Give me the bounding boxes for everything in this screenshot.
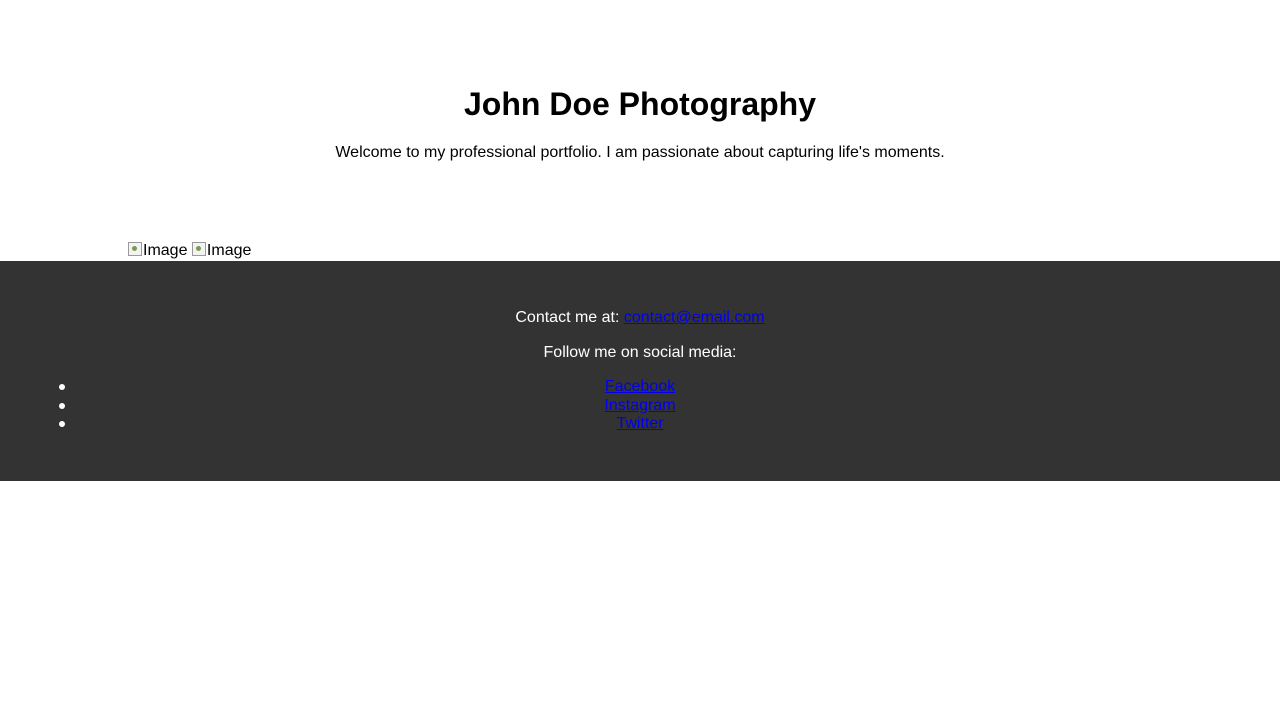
site-header: John Doe Photography Welcome to my profe… [0, 0, 1280, 240]
contact-email-link[interactable]: contact@email.com [624, 309, 765, 326]
page-title: John Doe Photography [464, 86, 816, 122]
list-item: Twitter [0, 415, 1280, 434]
instagram-link[interactable]: Instagram [604, 397, 675, 414]
intro-text: Welcome to my professional portfolio. I … [335, 144, 945, 161]
image-alt-text: Image [206, 242, 252, 259]
bullet-icon [59, 421, 65, 427]
bullet-icon [59, 384, 65, 390]
gallery-image: Image [191, 242, 252, 260]
follow-label: Follow me on social media: [543, 344, 737, 361]
list-item: Instagram [0, 397, 1280, 416]
site-footer: Contact me at: contact@email.com Follow … [0, 261, 1280, 481]
broken-image-icon [128, 242, 142, 256]
image-gallery: Image Image [128, 242, 251, 260]
contact-line: Contact me at: contact@email.com [0, 309, 1280, 327]
list-item: Facebook [0, 378, 1280, 397]
image-alt-text: Image [143, 242, 188, 259]
twitter-link[interactable]: Twitter [616, 415, 663, 432]
social-links-list: Facebook Instagram Twitter [0, 378, 1280, 434]
bullet-icon [59, 402, 65, 409]
broken-image-icon [191, 242, 206, 256]
gallery-image: Image [128, 242, 187, 260]
facebook-link[interactable]: Facebook [605, 378, 675, 395]
contact-label: Contact me at: [515, 309, 620, 326]
